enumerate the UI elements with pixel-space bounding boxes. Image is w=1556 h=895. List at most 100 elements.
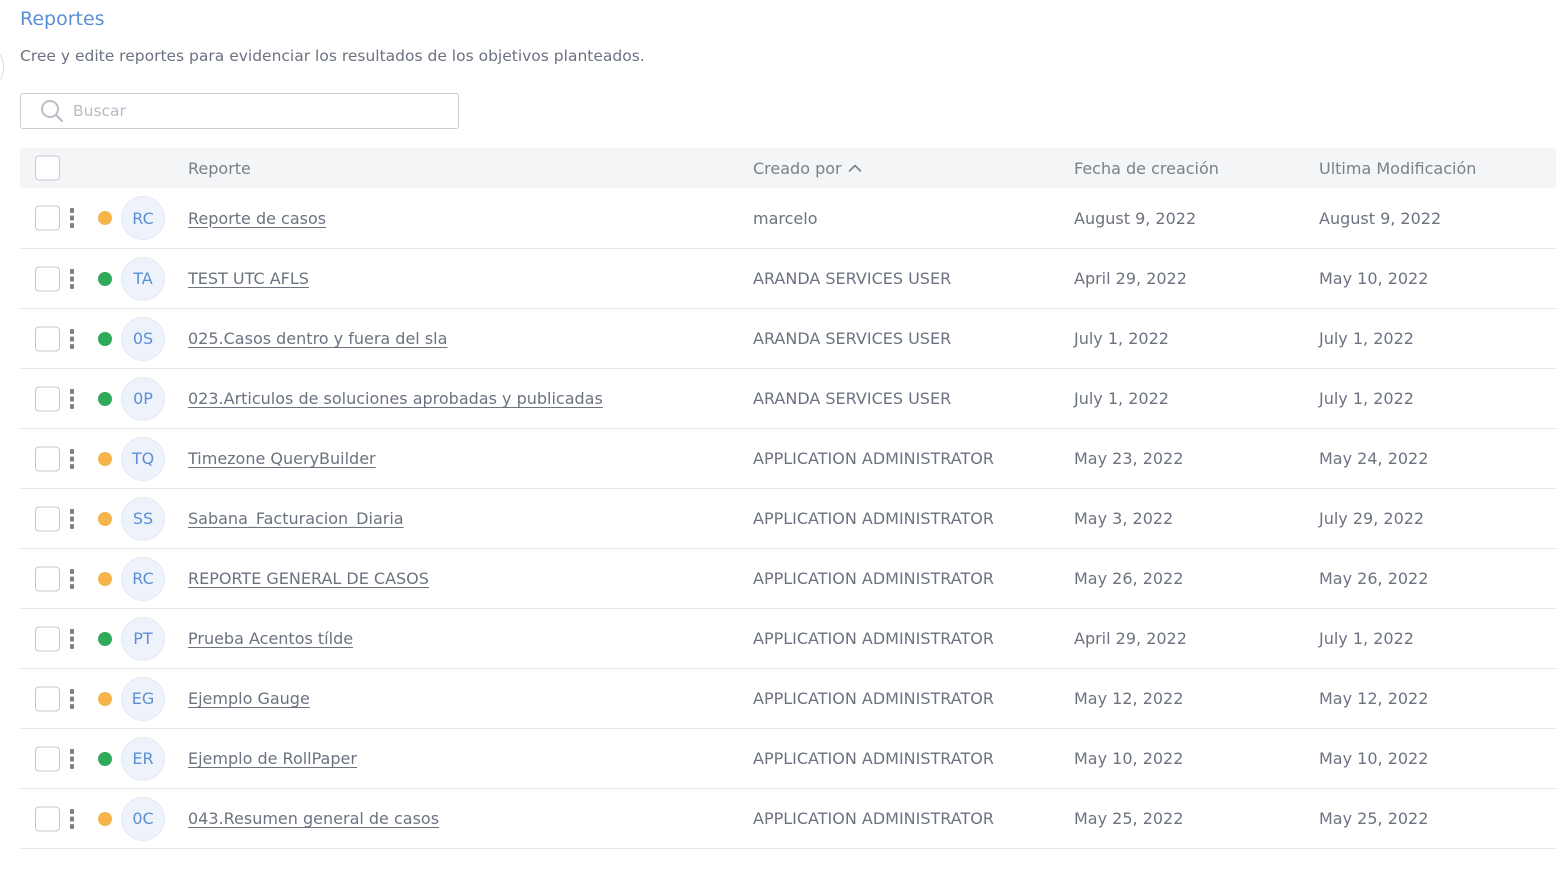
- table-row[interactable]: TQ Timezone QueryBuilder APPLICATION ADM…: [20, 429, 1556, 489]
- table-row[interactable]: RC Reporte de casos marcelo August 9, 20…: [20, 188, 1556, 249]
- report-name-link[interactable]: Reporte de casos: [188, 209, 326, 228]
- created-by-cell: APPLICATION ADMINISTRATOR: [753, 629, 994, 648]
- created-by-cell: APPLICATION ADMINISTRATOR: [753, 569, 994, 588]
- search-icon: [40, 99, 64, 123]
- row-checkbox[interactable]: [35, 806, 60, 831]
- modified-date-cell: May 10, 2022: [1319, 269, 1429, 288]
- status-dot: [98, 271, 112, 286]
- created-by-cell: APPLICATION ADMINISTRATOR: [753, 449, 994, 468]
- table-row[interactable]: RC REPORTE GENERAL DE CASOS APPLICATION …: [20, 549, 1556, 609]
- created-by-cell: APPLICATION ADMINISTRATOR: [753, 509, 994, 528]
- created-date-cell: August 9, 2022: [1074, 208, 1197, 228]
- report-name-link[interactable]: 043.Resumen general de casos: [188, 809, 439, 828]
- page-title: Reportes: [20, 8, 105, 30]
- modified-date-cell: May 10, 2022: [1319, 749, 1429, 768]
- report-avatar: RC: [121, 196, 165, 240]
- table-body: RC Reporte de casos marcelo August 9, 20…: [20, 188, 1556, 849]
- row-checkbox[interactable]: [35, 266, 60, 291]
- created-by-cell: ARANDA SERVICES USER: [753, 329, 952, 348]
- select-all-checkbox[interactable]: [35, 155, 60, 181]
- table-row[interactable]: 0S 025.Casos dentro y fuera del sla ARAN…: [20, 309, 1556, 369]
- row-checkbox[interactable]: [35, 566, 60, 591]
- more-options-icon[interactable]: [66, 506, 78, 532]
- more-options-icon[interactable]: [66, 686, 78, 712]
- row-checkbox[interactable]: [35, 205, 60, 231]
- status-dot: [98, 571, 112, 586]
- reports-table: Reporte Creado por Fecha de creación Ult…: [20, 148, 1556, 849]
- row-checkbox[interactable]: [35, 746, 60, 771]
- report-avatar: 0C: [121, 796, 165, 841]
- report-avatar: 0S: [121, 316, 165, 361]
- created-date-cell: July 1, 2022: [1074, 329, 1169, 348]
- report-name-link[interactable]: TEST UTC AFLS: [188, 269, 309, 288]
- row-checkbox[interactable]: [35, 446, 60, 471]
- more-options-icon[interactable]: [66, 266, 78, 292]
- table-row[interactable]: 0P 023.Articulos de soluciones aprobadas…: [20, 369, 1556, 429]
- more-options-icon[interactable]: [66, 566, 78, 592]
- created-by-cell: APPLICATION ADMINISTRATOR: [753, 809, 994, 828]
- column-header-created-date[interactable]: Fecha de creación: [1074, 148, 1219, 188]
- created-by-cell: ARANDA SERVICES USER: [753, 269, 952, 288]
- column-header-report[interactable]: Reporte: [188, 148, 251, 188]
- status-dot: [98, 211, 112, 225]
- modified-date-cell: July 1, 2022: [1319, 329, 1414, 348]
- report-name-link[interactable]: Timezone QueryBuilder: [188, 449, 376, 468]
- page-subtitle: Cree y edite reportes para evidenciar lo…: [20, 47, 645, 65]
- column-header-created-by-label: Creado por: [753, 158, 842, 178]
- table-row[interactable]: SS Sabana_Facturacion_Diaria APPLICATION…: [20, 489, 1556, 549]
- report-name-link[interactable]: REPORTE GENERAL DE CASOS: [188, 569, 429, 588]
- created-date-cell: April 29, 2022: [1074, 629, 1187, 648]
- report-name-link[interactable]: Prueba Acentos tílde: [188, 629, 353, 648]
- search-box[interactable]: [20, 93, 459, 129]
- created-date-cell: May 23, 2022: [1074, 449, 1184, 468]
- row-checkbox[interactable]: [35, 326, 60, 351]
- table-row[interactable]: TA TEST UTC AFLS ARANDA SERVICES USER Ap…: [20, 249, 1556, 309]
- table-header: Reporte Creado por Fecha de creación Ult…: [20, 148, 1556, 188]
- report-avatar: SS: [121, 496, 165, 541]
- report-avatar: RC: [121, 556, 165, 601]
- more-options-icon[interactable]: [66, 806, 78, 832]
- created-by-cell: marcelo: [753, 208, 818, 228]
- report-name-link[interactable]: 025.Casos dentro y fuera del sla: [188, 329, 447, 348]
- row-checkbox[interactable]: [35, 626, 60, 651]
- report-name-link[interactable]: Ejemplo Gauge: [188, 689, 310, 708]
- row-checkbox[interactable]: [35, 506, 60, 531]
- more-options-icon[interactable]: [66, 205, 78, 231]
- report-name-link[interactable]: Ejemplo de RollPaper: [188, 749, 357, 768]
- status-dot: [98, 391, 112, 406]
- report-avatar: TA: [121, 256, 165, 301]
- side-panel-handle[interactable]: [0, 52, 4, 82]
- table-row[interactable]: EG Ejemplo Gauge APPLICATION ADMINISTRAT…: [20, 669, 1556, 729]
- report-name-link[interactable]: Sabana_Facturacion_Diaria: [188, 509, 404, 528]
- report-avatar: EG: [121, 676, 165, 721]
- modified-date-cell: May 12, 2022: [1319, 689, 1429, 708]
- column-header-modified-date[interactable]: Ultima Modificación: [1319, 148, 1476, 188]
- created-date-cell: May 10, 2022: [1074, 749, 1184, 768]
- status-dot: [98, 451, 112, 466]
- row-checkbox[interactable]: [35, 386, 60, 411]
- report-name-link[interactable]: 023.Articulos de soluciones aprobadas y …: [188, 389, 603, 408]
- more-options-icon[interactable]: [66, 746, 78, 772]
- status-dot: [98, 811, 112, 826]
- column-header-created-by[interactable]: Creado por: [753, 148, 862, 188]
- sort-ascending-icon[interactable]: [848, 163, 862, 173]
- modified-date-cell: July 1, 2022: [1319, 389, 1414, 408]
- created-date-cell: May 3, 2022: [1074, 509, 1174, 528]
- created-by-cell: APPLICATION ADMINISTRATOR: [753, 689, 994, 708]
- table-row[interactable]: PT Prueba Acentos tílde APPLICATION ADMI…: [20, 609, 1556, 669]
- table-row[interactable]: 0C 043.Resumen general de casos APPLICAT…: [20, 789, 1556, 849]
- created-date-cell: April 29, 2022: [1074, 269, 1187, 288]
- created-date-cell: July 1, 2022: [1074, 389, 1169, 408]
- more-options-icon[interactable]: [66, 326, 78, 352]
- more-options-icon[interactable]: [66, 446, 78, 472]
- more-options-icon[interactable]: [66, 386, 78, 412]
- status-dot: [98, 691, 112, 706]
- more-options-icon[interactable]: [66, 626, 78, 652]
- status-dot: [98, 631, 112, 646]
- row-checkbox[interactable]: [35, 686, 60, 711]
- table-row[interactable]: ER Ejemplo de RollPaper APPLICATION ADMI…: [20, 729, 1556, 789]
- created-by-cell: ARANDA SERVICES USER: [753, 389, 952, 408]
- report-avatar: TQ: [121, 436, 165, 481]
- search-input[interactable]: [73, 102, 433, 120]
- created-date-cell: May 25, 2022: [1074, 809, 1184, 828]
